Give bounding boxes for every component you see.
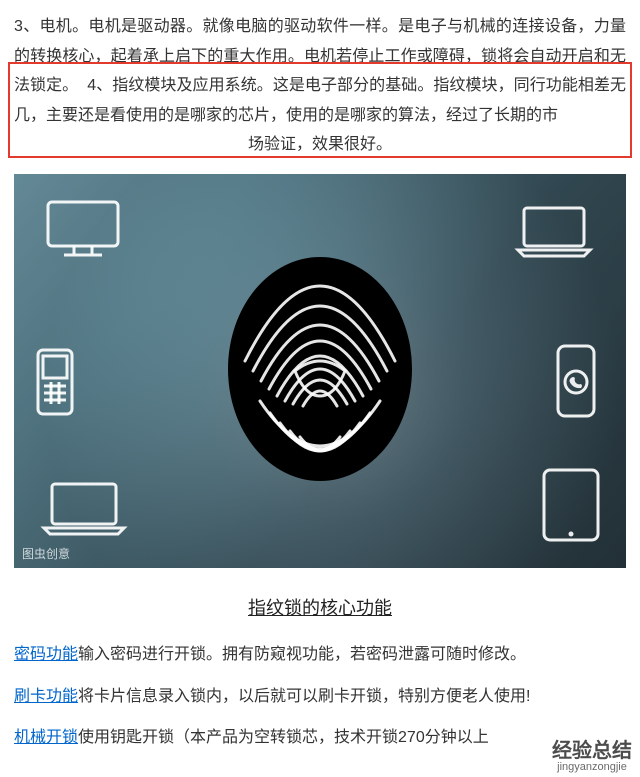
feature-text-card: 将卡片信息录入锁内，以后就可以刷卡开锁，特别方便老人使用! xyxy=(78,688,530,705)
feature-mechanical: 机械开锁使用钥匙开锁（本产品为空转锁芯，技术开锁270分钟以上 xyxy=(14,725,626,751)
hero-image: 图虫创意 xyxy=(14,174,626,568)
section-title: 指纹锁的核心功能 xyxy=(14,594,626,620)
feature-link-card[interactable]: 刷卡功能 xyxy=(14,688,78,705)
smartphone-icon xyxy=(554,342,598,420)
feature-password: 密码功能输入密码进行开锁。拥有防窥视功能，若密码泄露可随时修改。 xyxy=(14,642,626,668)
paragraph-part-3: 场验证，效果很好。 xyxy=(14,130,626,160)
paragraph-part-2: 4、指纹模块及应用系统。这是电子部分的基础。指纹模块，同行功能相差无几，主要还是… xyxy=(14,77,626,124)
article-paragraph: 3、电机。电机是驱动器。就像电脑的驱动软件一样。是电子与机械的连接设备，力量的转… xyxy=(14,12,626,160)
feature-link-password[interactable]: 密码功能 xyxy=(14,646,78,663)
monitor-icon xyxy=(44,198,122,260)
feature-card: 刷卡功能将卡片信息录入锁内，以后就可以刷卡开锁，特别方便老人使用! xyxy=(14,684,626,710)
feature-phone-icon xyxy=(34,346,76,418)
feature-link-mechanical[interactable]: 机械开锁 xyxy=(14,729,78,746)
image-credit: 图虫创意 xyxy=(22,545,70,562)
tablet-icon xyxy=(540,466,602,544)
fingerprint-icon xyxy=(215,241,425,491)
feature-text-password: 输入密码进行开锁。拥有防窥视功能，若密码泄露可随时修改。 xyxy=(78,646,526,663)
feature-text-mechanical: 使用钥匙开锁（本产品为空转锁芯，技术开锁270分钟以上 xyxy=(78,729,489,746)
laptop-icon xyxy=(512,204,596,260)
laptop-icon-2 xyxy=(40,480,128,538)
